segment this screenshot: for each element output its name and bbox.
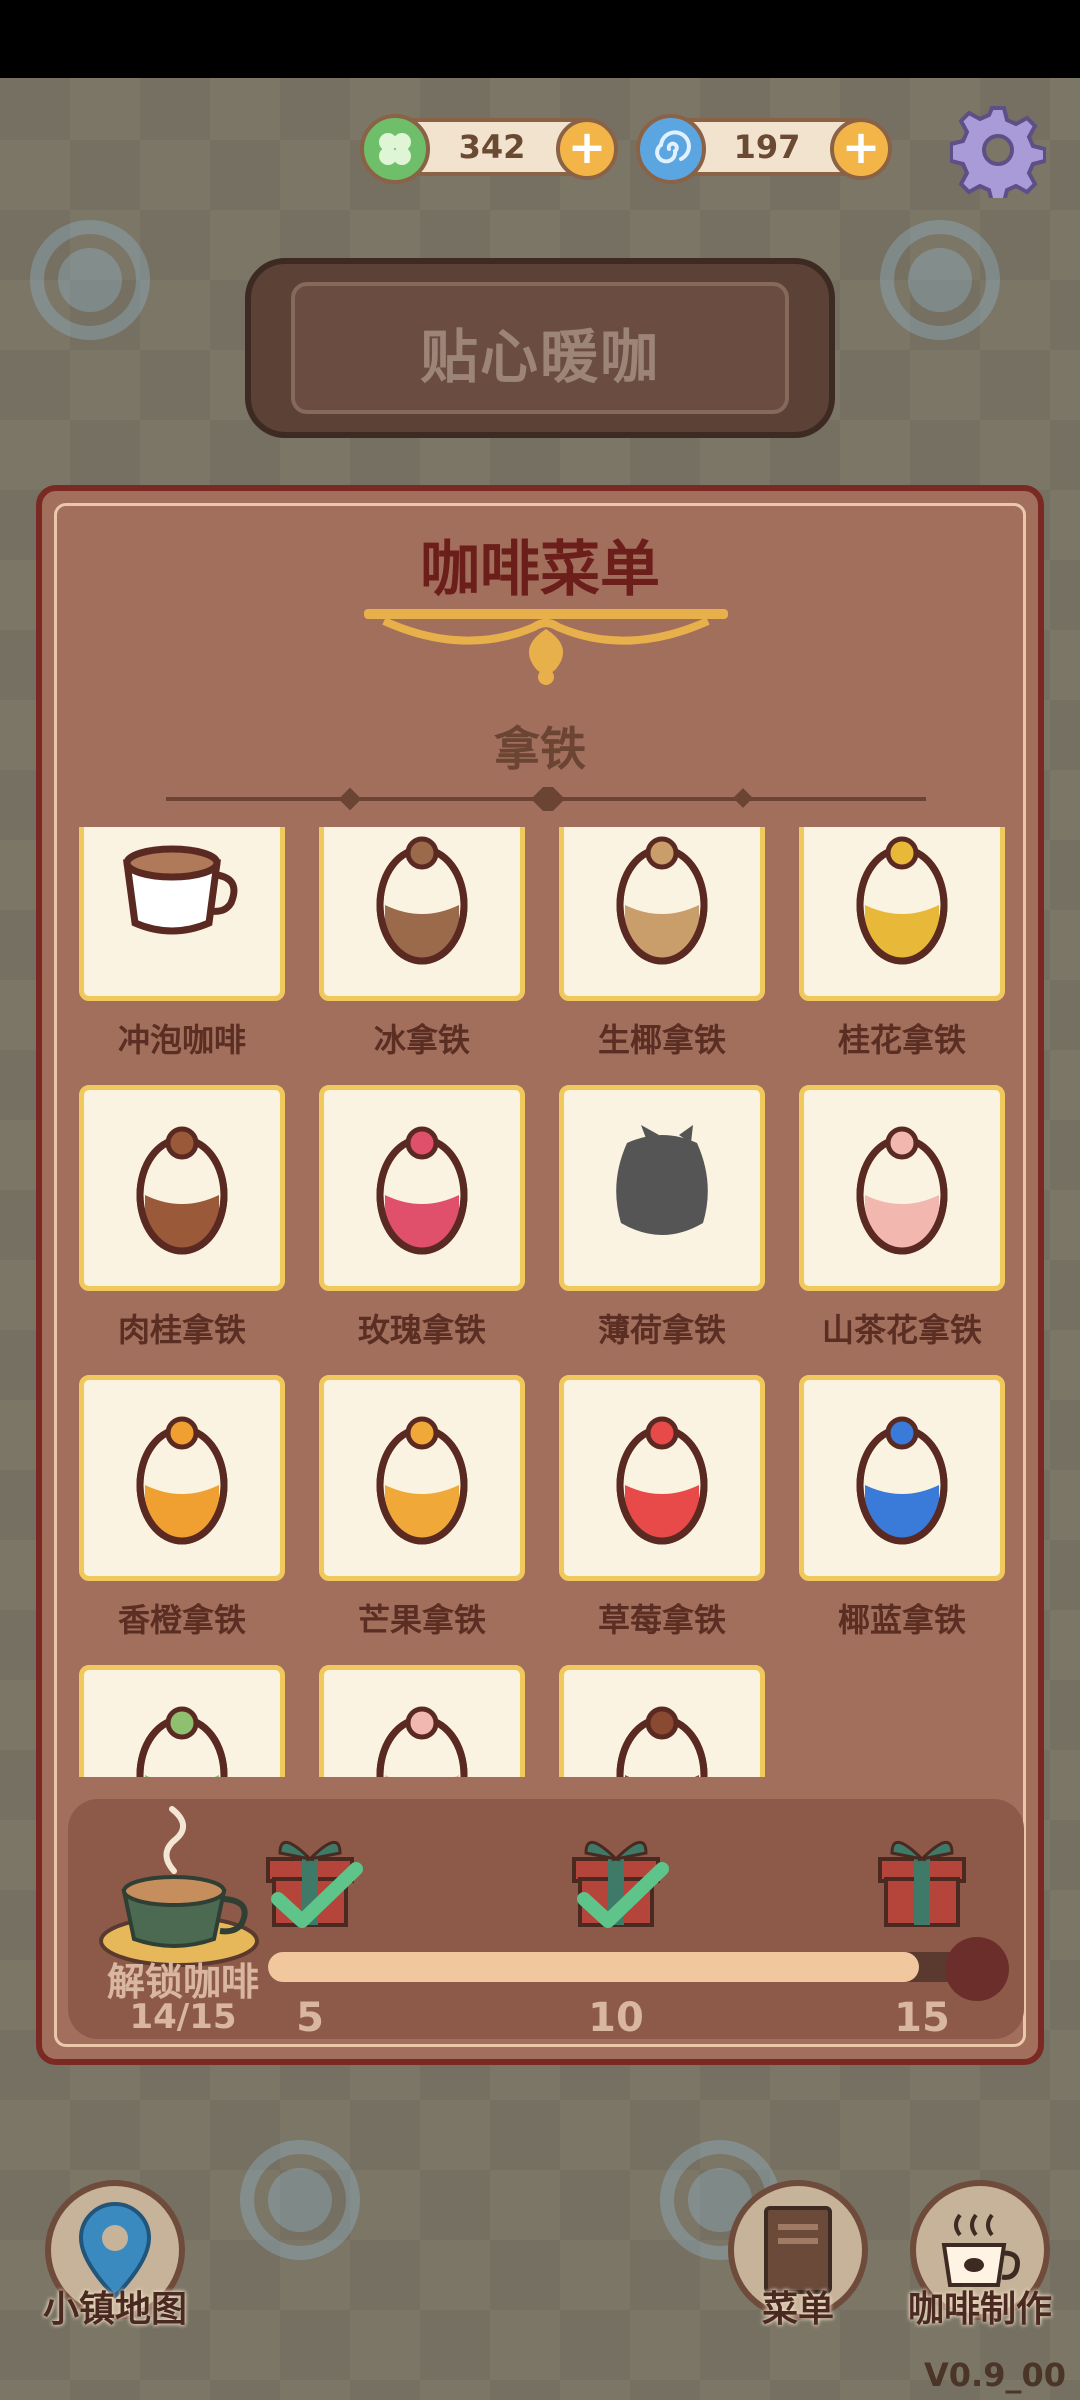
coffee-drink-icon: [856, 1126, 948, 1255]
coffee-item-label: 芒果拿铁: [357, 1601, 486, 1639]
coffee-item[interactable]: 芒果拿铁: [312, 1375, 532, 1639]
unlock-progress: 解锁咖啡 14/15 5 10 15: [68, 1799, 1024, 2041]
gear-icon: [949, 106, 1047, 204]
swirl-icon: [636, 114, 706, 184]
coffee-drink-icon: [376, 836, 468, 965]
clover-value: 342: [458, 128, 526, 166]
shop-title: 贴心暖咖: [419, 323, 660, 391]
coffee-grid[interactable]: 冲泡咖啡 冰拿铁 生椰拿铁 桂花拿铁肉桂拿铁 玫瑰拿铁 薄荷拿铁 山茶花拿铁香橙拿铁 芒果拿铁…: [72, 827, 1018, 1777]
sun-decoration: [30, 220, 150, 340]
coffee-drink-icon: [123, 845, 238, 935]
progress-track: [268, 1952, 968, 1982]
coffee-item-label: 桂花拿铁: [837, 1021, 966, 1059]
coffee-make-label: 咖啡制作: [907, 2289, 1052, 2330]
coffee-menu-panel: 咖啡菜单 拿铁 冲泡咖啡 冰拿铁 生椰拿铁 桂花拿铁肉桂拿铁 玫瑰拿铁 薄荷拿铁 山茶花拿铁…: [36, 485, 1044, 2065]
coffee-item-label: 冲泡咖啡: [117, 1021, 246, 1059]
coffee-item[interactable]: [312, 1665, 532, 1777]
coffee-drink-icon: [376, 1416, 468, 1545]
check-icon: [271, 1862, 363, 1928]
coffee-card: [559, 1665, 765, 1777]
swirl-currency: 197 +: [636, 114, 892, 184]
coffee-drink-icon: [856, 1416, 948, 1545]
coffee-item-label: 椰蓝拿铁: [837, 1601, 966, 1639]
coffee-drink-icon: [616, 1416, 708, 1545]
milestone-label: 5: [296, 1995, 324, 2041]
coffee-item[interactable]: 草莓拿铁: [552, 1375, 772, 1639]
add-swirl-button[interactable]: +: [830, 118, 892, 180]
coffee-card: [79, 1085, 285, 1291]
coffee-item-label: 香橙拿铁: [117, 1601, 246, 1639]
clover-currency: 342 +: [360, 114, 618, 184]
coffee-card: [319, 827, 525, 1001]
coffee-item[interactable]: 山茶花拿铁: [792, 1085, 1012, 1349]
panel-title: 咖啡菜单: [420, 535, 660, 605]
coffee-item[interactable]: [552, 1665, 772, 1777]
coffee-cup-icon: [99, 1806, 259, 1967]
coffee-item[interactable]: 玫瑰拿铁: [312, 1085, 532, 1349]
coffee-drink-icon: [376, 1126, 468, 1255]
add-clover-button[interactable]: +: [556, 118, 618, 180]
coffee-card: [79, 1665, 285, 1777]
coffee-item[interactable]: 肉桂拿铁: [72, 1085, 292, 1349]
coffee-drink-icon: [376, 1706, 468, 1777]
coffee-item-label: 生椰拿铁: [597, 1021, 726, 1059]
clover-icon: [360, 114, 430, 184]
progress-fill: [268, 1952, 919, 1982]
sun-decoration: [880, 220, 1000, 340]
coffee-item[interactable]: 冲泡咖啡: [72, 827, 292, 1059]
coffee-card: [799, 1375, 1005, 1581]
menu-button[interactable]: 菜单: [718, 2180, 878, 2332]
status-bar: [0, 0, 1080, 78]
coffee-item[interactable]: 薄荷拿铁: [552, 1085, 772, 1349]
milestone-label: 10: [588, 1995, 644, 2041]
coffee-item[interactable]: 椰蓝拿铁: [792, 1375, 1012, 1639]
shop-sign: 贴心暖咖: [245, 258, 835, 438]
coffee-drink-icon: [616, 1706, 708, 1777]
town-map-button[interactable]: 小镇地图: [30, 2180, 200, 2332]
coffee-make-button[interactable]: 咖啡制作: [895, 2180, 1065, 2332]
check-icon: [577, 1862, 669, 1928]
coffee-drink-icon: [136, 1416, 228, 1545]
category-divider: [166, 787, 926, 811]
unlock-count: 14/15: [129, 1997, 237, 2037]
menu-label: 菜单: [761, 2289, 834, 2330]
category-title: 拿铁: [494, 722, 586, 776]
coffee-card: [559, 1375, 765, 1581]
coffee-item-label: 冰拿铁: [373, 1021, 470, 1059]
coffee-item[interactable]: 冰拿铁: [312, 827, 532, 1059]
swirl-value: 197: [733, 128, 801, 166]
coffee-drink-icon: [136, 1126, 228, 1255]
coffee-item-label: 玫瑰拿铁: [357, 1311, 486, 1349]
coffee-card: [559, 1085, 765, 1291]
coffee-card: [799, 827, 1005, 1001]
coffee-card: [319, 1085, 525, 1291]
coffee-item[interactable]: 香橙拿铁: [72, 1375, 292, 1639]
coffee-item[interactable]: 生椰拿铁: [552, 827, 772, 1059]
version-label: V0.9_00: [924, 2356, 1066, 2394]
coffee-drink-icon: [616, 836, 708, 965]
sun-decoration: [240, 2140, 360, 2260]
coffee-item-label: 肉桂拿铁: [117, 1311, 246, 1349]
coffee-card: [559, 827, 765, 1001]
town-map-label: 小镇地图: [42, 2289, 187, 2330]
settings-button[interactable]: [949, 102, 1047, 204]
locked-coffee-icon: [616, 1125, 708, 1235]
coffee-item-label: 草莓拿铁: [597, 1601, 726, 1639]
ornament-icon: [364, 609, 728, 685]
gift-icon[interactable]: [874, 1829, 970, 1929]
coffee-item[interactable]: 桂花拿铁: [792, 827, 1012, 1059]
coffee-item[interactable]: [72, 1665, 292, 1777]
progress-knob: [945, 1937, 1009, 2001]
coffee-card: [799, 1085, 1005, 1291]
coffee-card: [319, 1665, 525, 1777]
coffee-item-label: 山茶花拿铁: [821, 1311, 982, 1349]
coffee-card: [79, 827, 285, 1001]
coffee-item-label: 薄荷拿铁: [597, 1311, 726, 1349]
coffee-drink-icon: [856, 836, 948, 965]
milestone-label: 15: [894, 1995, 950, 2041]
coffee-card: [319, 1375, 525, 1581]
coffee-card: [79, 1375, 285, 1581]
coffee-drink-icon: [136, 1706, 228, 1777]
